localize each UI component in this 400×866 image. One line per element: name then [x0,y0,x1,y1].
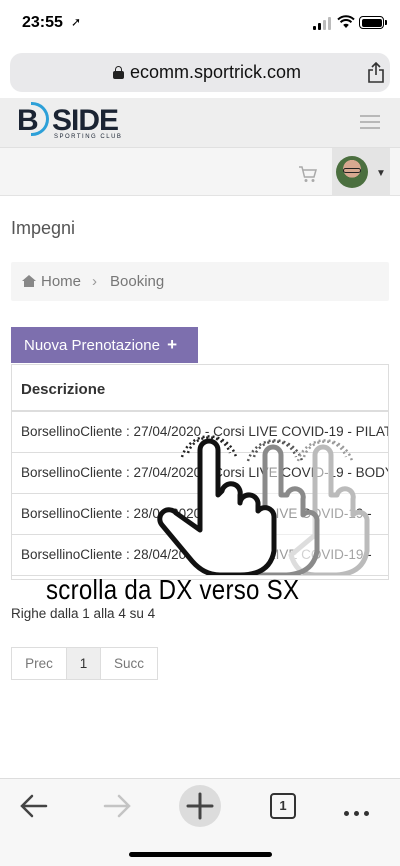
column-header-descrizione[interactable]: Descrizione [21,381,105,398]
page-title: Impegni [11,218,76,238]
status-time: 23:55 [22,14,63,31]
address-bar[interactable]: ecomm.sportrick.com [10,53,390,92]
status-bar: 23:55 ➚ [0,0,400,48]
rows-info: Righe dalla 1 alla 4 su 4 [11,606,156,621]
breadcrumb-current: Booking [110,273,165,290]
table-cell: BorsellinoCliente : 28/04/2020 - PTraine… [21,547,372,562]
cellular-signal-icon [313,17,332,30]
plus-icon [186,792,214,820]
prev-page-button[interactable]: Prec [11,647,67,680]
table-cell: BorsellinoCliente : 27/04/2020 - Corsi L… [21,465,389,480]
new-booking-button[interactable]: Nuova Prenotazione + [11,327,198,363]
site-header: B SIDE SPORTING CLUB [0,98,400,148]
new-tab-button[interactable] [179,785,221,827]
table-row[interactable]: BorsellinoCliente : 27/04/2020 - Corsi L… [12,453,389,494]
new-booking-label: Nuova Prenotazione [24,337,160,354]
url-text[interactable]: ecomm.sportrick.com [130,62,301,83]
plus-icon: + [167,335,178,354]
share-icon[interactable] [367,62,385,84]
table-cell: BorsellinoCliente : 28/04/2020 - PTraine… [21,506,372,521]
battery-icon [359,16,387,29]
avatar [336,156,368,188]
breadcrumb-separator: › [92,273,97,290]
breadcrumb: Home › Booking [11,262,389,301]
breadcrumb-home-link[interactable]: Home [41,273,81,290]
hamburger-menu-icon[interactable] [360,115,380,130]
back-arrow-icon[interactable] [20,793,48,819]
page-number-button[interactable]: 1 [67,647,101,680]
pagination: Prec 1 Succ [11,647,158,680]
next-page-button[interactable]: Succ [101,647,158,680]
table-cell: BorsellinoCliente : 27/04/2020 - Corsi L… [21,424,389,439]
cart-icon[interactable] [298,165,318,183]
chevron-down-icon: ▼ [376,168,386,179]
table-row[interactable]: BorsellinoCliente : 28/04/2020 - PTraine… [12,535,388,576]
user-menu-toggle[interactable]: ▼ [332,148,390,196]
wifi-icon [337,15,355,28]
scroll-hint-text: scrolla da DX verso SX [46,574,300,605]
tabs-button[interactable]: 1 [270,793,296,819]
table-row[interactable]: BorsellinoCliente : 27/04/2020 - Corsi L… [12,412,389,453]
bookings-table[interactable]: Descrizione BorsellinoCliente : 27/04/20… [11,364,389,580]
home-indicator [129,852,272,857]
lock-icon [113,66,124,79]
bside-logo[interactable]: B SIDE SPORTING CLUB [17,102,127,142]
forward-arrow-icon[interactable] [103,793,131,819]
table-header: Descrizione [12,365,388,412]
home-icon [22,275,36,287]
more-options-icon[interactable] [344,803,374,821]
table-row[interactable]: BorsellinoCliente : 28/04/2020 - PTraine… [12,494,388,535]
location-arrow-icon: ➚ [71,15,82,29]
